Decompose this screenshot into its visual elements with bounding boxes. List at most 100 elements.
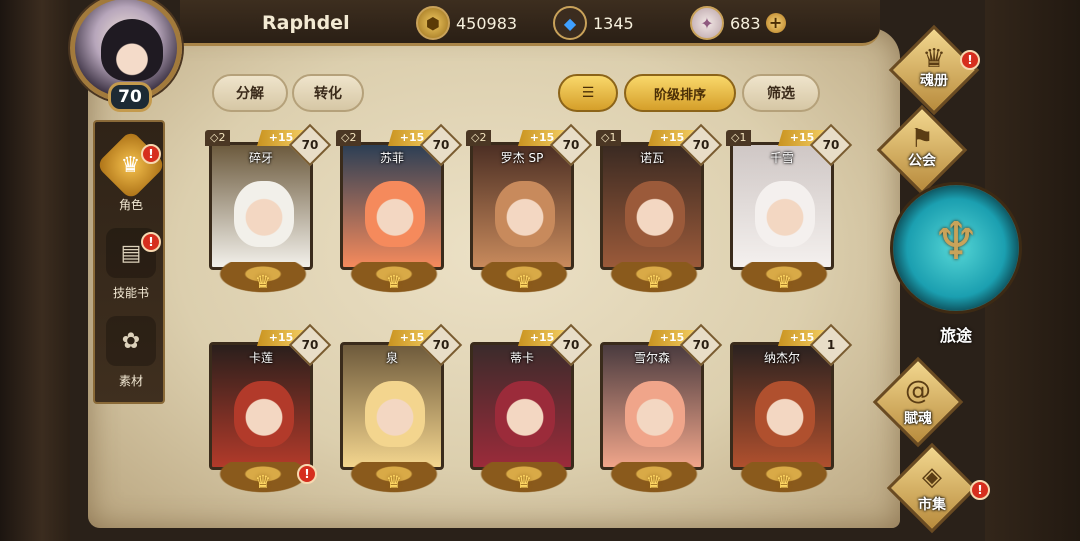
add-gem-button[interactable]: +	[765, 13, 786, 33]
sort-lines-icon: ☰	[581, 85, 595, 101]
market-label: 市集	[918, 497, 946, 513]
card-header: ◇2 +15 70	[205, 123, 332, 167]
crown-icon: ♛	[254, 472, 272, 493]
material-icon: ✿	[106, 316, 156, 366]
soul-grant-label: 賦魂	[904, 411, 932, 427]
character-portrait: 诺瓦	[600, 142, 704, 270]
character-card[interactable]: 蒂卡 +15 70 ♛	[458, 323, 593, 502]
blue-crystal-icon: ◆	[553, 6, 587, 40]
star-rank-tab: ◇2	[336, 130, 362, 146]
filter-button[interactable]: 筛选	[742, 74, 820, 112]
market-button[interactable]: ◈ 市集 !	[886, 442, 990, 540]
decompose-button[interactable]: 分解	[212, 74, 288, 112]
gold-coin-icon: ⬢	[416, 6, 450, 40]
character-card[interactable]: 碎牙 ◇2 +15 70 ♛	[197, 123, 332, 302]
character-portrait: 泉	[340, 342, 444, 470]
journey-label: 旅途	[939, 326, 972, 345]
card-header: +15 70	[205, 323, 332, 367]
character-card[interactable]: 千雪 ◇1 +15 70 ♛	[718, 123, 853, 302]
star-rank-tab: ◇1	[726, 130, 752, 146]
character-level: 70	[692, 338, 710, 352]
character-level: 70	[692, 138, 710, 152]
nav-item-characters[interactable]: ♛ 角色 !	[95, 129, 167, 218]
character-face	[234, 181, 294, 247]
crown-icon: ♛	[645, 472, 663, 493]
alert-badge: !	[970, 480, 990, 500]
character-portrait: 碎牙	[209, 142, 313, 270]
avatar-portrait	[101, 19, 163, 81]
character-card[interactable]: 纳杰尔 +15 1 ♛	[718, 323, 853, 502]
character-portrait: 雪尔森	[600, 342, 704, 470]
character-portrait: 罗杰 SP	[470, 142, 574, 270]
crown-icon: ♛	[515, 472, 533, 493]
guild-label: 公会	[908, 153, 936, 169]
character-card[interactable]: 罗杰 SP ◇2 +15 70 ♛	[458, 123, 593, 302]
crystal-currency: ◆ 1345	[553, 5, 634, 41]
convert-button[interactable]: 转化	[292, 74, 364, 112]
character-card[interactable]: 泉 +15 70 ♛	[328, 323, 463, 502]
soul-book-button[interactable]: ♛ 魂册 !	[888, 24, 980, 122]
crown-icon: ♛	[645, 272, 663, 293]
character-face	[234, 381, 294, 447]
crown-icon: ♛	[385, 472, 403, 493]
character-face	[625, 381, 685, 447]
character-level: 70	[432, 338, 450, 352]
character-level: 70	[562, 138, 580, 152]
alert-badge: !	[297, 464, 317, 484]
crystal-value: 1345	[593, 13, 634, 33]
character-face	[495, 381, 555, 447]
player-name: Raphdel	[262, 12, 350, 34]
character-level: 70	[822, 138, 840, 152]
card-header: +15 70	[336, 323, 463, 367]
gold-value: 450983	[456, 13, 518, 33]
card-header: +15 70	[596, 323, 723, 367]
character-level: 70	[301, 338, 319, 352]
left-side-nav: ♛ 角色 ! ▤ 技能书 ! ✿ 素材	[93, 120, 167, 404]
character-portrait: 千雪	[730, 142, 834, 270]
card-header: ◇1 +15 70	[596, 123, 723, 167]
journey-button[interactable]: ♆ 旅途	[890, 182, 1022, 352]
soul-book-label: 魂册	[920, 73, 948, 89]
character-portrait: 蒂卡	[470, 342, 574, 470]
character-face	[755, 181, 815, 247]
nav-item-label: 技能书	[112, 286, 149, 300]
card-header: ◇1 +15 70	[726, 123, 853, 167]
sort-toggle-button[interactable]: ☰	[558, 74, 618, 112]
card-header: +15 1	[726, 323, 853, 367]
character-face	[755, 381, 815, 447]
alert-badge: !	[960, 50, 980, 70]
character-card[interactable]: 卡莲 +15 70 ♛!	[197, 323, 332, 502]
crown-icon: ♛	[775, 472, 793, 493]
character-face	[625, 181, 685, 247]
star-rank-tab: ◇2	[466, 130, 492, 146]
pink-gem-icon: ✦	[690, 6, 724, 40]
star-rank-tab: ◇2	[205, 130, 231, 146]
crown-icon: ♛	[254, 272, 272, 293]
crown-icon: ♛	[515, 272, 533, 293]
gem-currency: ✦ 683 +	[690, 5, 786, 41]
alert-badge: !	[141, 232, 161, 252]
sort-by-tier-button[interactable]: 阶级排序	[624, 74, 736, 112]
character-portrait: 卡莲	[209, 342, 313, 470]
character-face	[495, 181, 555, 247]
nav-item-materials[interactable]: ✿ 素材	[95, 314, 167, 394]
character-face	[365, 381, 425, 447]
character-card[interactable]: 诺瓦 ◇1 +15 70 ♛	[588, 123, 723, 302]
character-face	[365, 181, 425, 247]
character-level: 70	[301, 138, 319, 152]
character-portrait: 纳杰尔	[730, 342, 834, 470]
nav-item-skill-books[interactable]: ▤ 技能书 !	[95, 226, 167, 306]
character-card[interactable]: 雪尔森 +15 70 ♛	[588, 323, 723, 502]
card-header: ◇2 +15 70	[466, 123, 593, 167]
nav-item-label: 素材	[118, 374, 143, 388]
trident-emblem-icon: ♆	[932, 212, 980, 272]
character-level: 1	[826, 338, 836, 352]
star-rank-tab: ◇1	[596, 130, 622, 146]
gold-currency: ⬢ 450983	[416, 5, 517, 41]
character-card[interactable]: 苏菲 ◇2 +15 70 ♛	[328, 123, 463, 302]
card-header: ◇2 +15 70	[336, 123, 463, 167]
helmet-icon: ♛	[95, 129, 167, 201]
player-avatar-frame[interactable]: 70	[60, 0, 200, 114]
character-level: 70	[562, 338, 580, 352]
soul-grant-button[interactable]: @ 賦魂	[872, 356, 964, 454]
